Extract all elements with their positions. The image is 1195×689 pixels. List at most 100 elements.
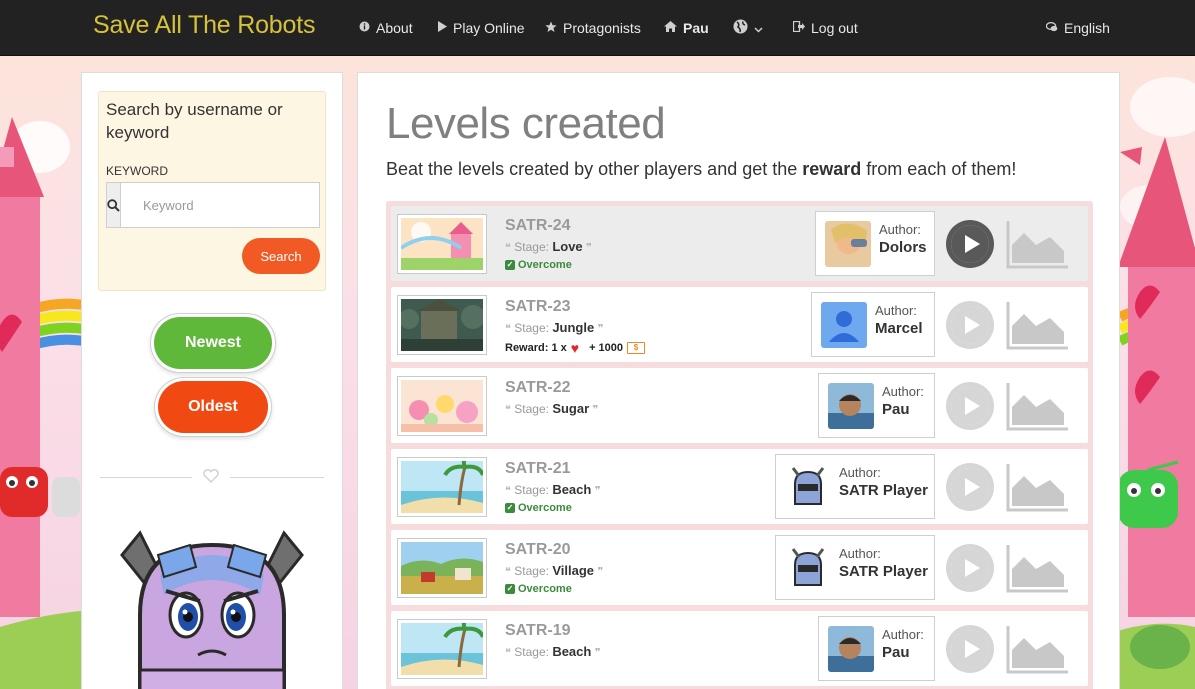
play-button[interactable] xyxy=(946,544,994,592)
quote-right-icon: ❞ xyxy=(597,323,604,335)
stats-chart-icon[interactable] xyxy=(1006,543,1070,597)
play-button[interactable] xyxy=(946,463,994,511)
level-name[interactable]: SATR-24 xyxy=(505,217,571,235)
language-label: English xyxy=(1064,20,1110,36)
home-icon xyxy=(664,21,677,35)
page-title: Levels created xyxy=(386,99,666,148)
level-row[interactable]: SATR-24 ❝ Stage: Love ❞ ✓ Overcome Author… xyxy=(391,206,1088,281)
level-thumbnail[interactable] xyxy=(397,214,487,274)
level-stage: ❝ Stage: Beach ❞ xyxy=(505,644,601,659)
stats-chart-icon[interactable] xyxy=(1006,462,1070,516)
nav-protagonists[interactable]: Protagonists xyxy=(545,19,641,37)
level-row[interactable]: SATR-20 ❝ Stage: Village ❞ ✓ Overcome Aut… xyxy=(391,530,1088,605)
level-name[interactable]: SATR-19 xyxy=(505,622,571,640)
brand-logo[interactable]: Save All The Robots xyxy=(93,11,315,40)
checkbox-icon: ✓ xyxy=(505,584,515,594)
author-name: Pau xyxy=(882,644,910,661)
author-label: Author: xyxy=(879,222,921,237)
level-name[interactable]: SATR-22 xyxy=(505,379,571,397)
level-stage: ❝ Stage: Beach ❞ xyxy=(505,482,601,497)
heart-icon: ♥ xyxy=(570,340,580,356)
keyword-input-group xyxy=(106,182,320,228)
sort-oldest-button[interactable]: Oldest xyxy=(158,381,268,433)
level-name[interactable]: SATR-20 xyxy=(505,541,571,559)
nav-about[interactable]: About xyxy=(359,19,413,37)
level-stage: ❝ Stage: Love ❞ xyxy=(505,239,592,254)
author-card[interactable]: Author: SATR Player xyxy=(775,454,935,519)
level-name[interactable]: SATR-21 xyxy=(505,460,571,478)
author-name: Pau xyxy=(882,401,910,418)
stats-chart-icon[interactable] xyxy=(1006,624,1070,678)
quote-left-icon: ❝ xyxy=(505,323,511,335)
sort-newest-button[interactable]: Newest xyxy=(154,317,272,369)
level-name[interactable]: SATR-23 xyxy=(505,298,571,316)
quote-right-icon: ❞ xyxy=(597,566,604,578)
search-button[interactable]: Search xyxy=(242,238,320,274)
nav-play-online[interactable]: Play Online xyxy=(438,19,525,37)
level-stage: ❝ Stage: Village ❞ xyxy=(505,563,604,578)
level-thumbnail[interactable] xyxy=(397,295,487,355)
quote-right-icon: ❞ xyxy=(586,242,592,254)
nav-logout-label: Log out xyxy=(811,20,858,36)
keyword-input[interactable] xyxy=(121,183,319,227)
level-thumbnail[interactable] xyxy=(397,457,487,517)
author-card[interactable]: Author: Pau xyxy=(818,616,935,681)
top-navbar: Save All The Robots About Play Online Pr… xyxy=(0,0,1195,56)
coin-icon: $ xyxy=(627,342,646,354)
avatar xyxy=(828,626,874,672)
author-card[interactable]: Author: Marcel xyxy=(811,292,935,357)
author-name: SATR Player xyxy=(839,482,928,499)
level-thumbnail[interactable] xyxy=(397,376,487,436)
play-button[interactable] xyxy=(946,301,994,349)
play-icon xyxy=(951,225,989,263)
play-icon xyxy=(951,468,989,506)
star-icon xyxy=(545,21,557,36)
quote-left-icon: ❝ xyxy=(505,566,511,578)
info-icon xyxy=(359,21,370,35)
stats-chart-icon[interactable] xyxy=(1006,381,1070,435)
author-name: Dolors xyxy=(879,239,927,256)
overcome-status: ✓ Overcome xyxy=(505,259,572,271)
nav-language-globe[interactable] xyxy=(733,19,763,37)
checkbox-icon: ✓ xyxy=(505,503,515,513)
avatar xyxy=(785,464,831,510)
play-button[interactable] xyxy=(946,382,994,430)
nav-about-label: About xyxy=(376,20,413,36)
level-row[interactable]: SATR-22 ❝ Stage: Sugar ❞ Author: Pau xyxy=(391,368,1088,443)
language-selector[interactable]: English xyxy=(1045,19,1110,37)
search-icon xyxy=(107,183,121,227)
author-label: Author: xyxy=(839,546,881,561)
author-label: Author: xyxy=(882,384,924,399)
nav-protagonists-label: Protagonists xyxy=(563,20,641,36)
quote-right-icon: ❞ xyxy=(594,647,601,659)
play-icon xyxy=(951,306,989,344)
avatar xyxy=(821,302,867,348)
author-label: Author: xyxy=(839,465,881,480)
overcome-status: ✓ Overcome xyxy=(505,502,572,514)
level-row[interactable]: SATR-23 ❝ Stage: Jungle ❞ Reward: 1 x ♥ … xyxy=(391,287,1088,362)
levels-panel: Levels created Beat the levels created b… xyxy=(357,72,1120,689)
stats-chart-icon[interactable] xyxy=(1006,219,1070,273)
robot-mascot-image xyxy=(100,505,324,689)
level-thumbnail[interactable] xyxy=(397,538,487,598)
quote-left-icon: ❝ xyxy=(505,242,511,254)
quote-left-icon: ❝ xyxy=(505,404,511,416)
author-card[interactable]: Author: SATR Player xyxy=(775,535,935,600)
stats-chart-icon[interactable] xyxy=(1006,300,1070,354)
quote-right-icon: ❞ xyxy=(594,485,601,497)
level-row[interactable]: SATR-21 ❝ Stage: Beach ❞ ✓ Overcome Autho… xyxy=(391,449,1088,524)
nav-logout[interactable]: Log out xyxy=(792,19,858,37)
search-title: Search by username or keyword xyxy=(106,100,283,142)
level-row[interactable]: SATR-19 ❝ Stage: Beach ❞ Author: Pau xyxy=(391,611,1088,686)
author-card[interactable]: Author: Dolors xyxy=(815,211,935,276)
play-button[interactable] xyxy=(946,625,994,673)
play-button[interactable] xyxy=(946,220,994,268)
quote-right-icon: ❞ xyxy=(592,404,599,416)
level-thumbnail[interactable] xyxy=(397,619,487,679)
author-name: Marcel xyxy=(875,320,923,337)
author-card[interactable]: Author: Pau xyxy=(818,373,935,438)
play-icon xyxy=(951,549,989,587)
nav-user-label: Pau xyxy=(683,20,709,36)
nav-user-pau[interactable]: Pau xyxy=(664,19,709,37)
divider-right xyxy=(230,477,324,478)
